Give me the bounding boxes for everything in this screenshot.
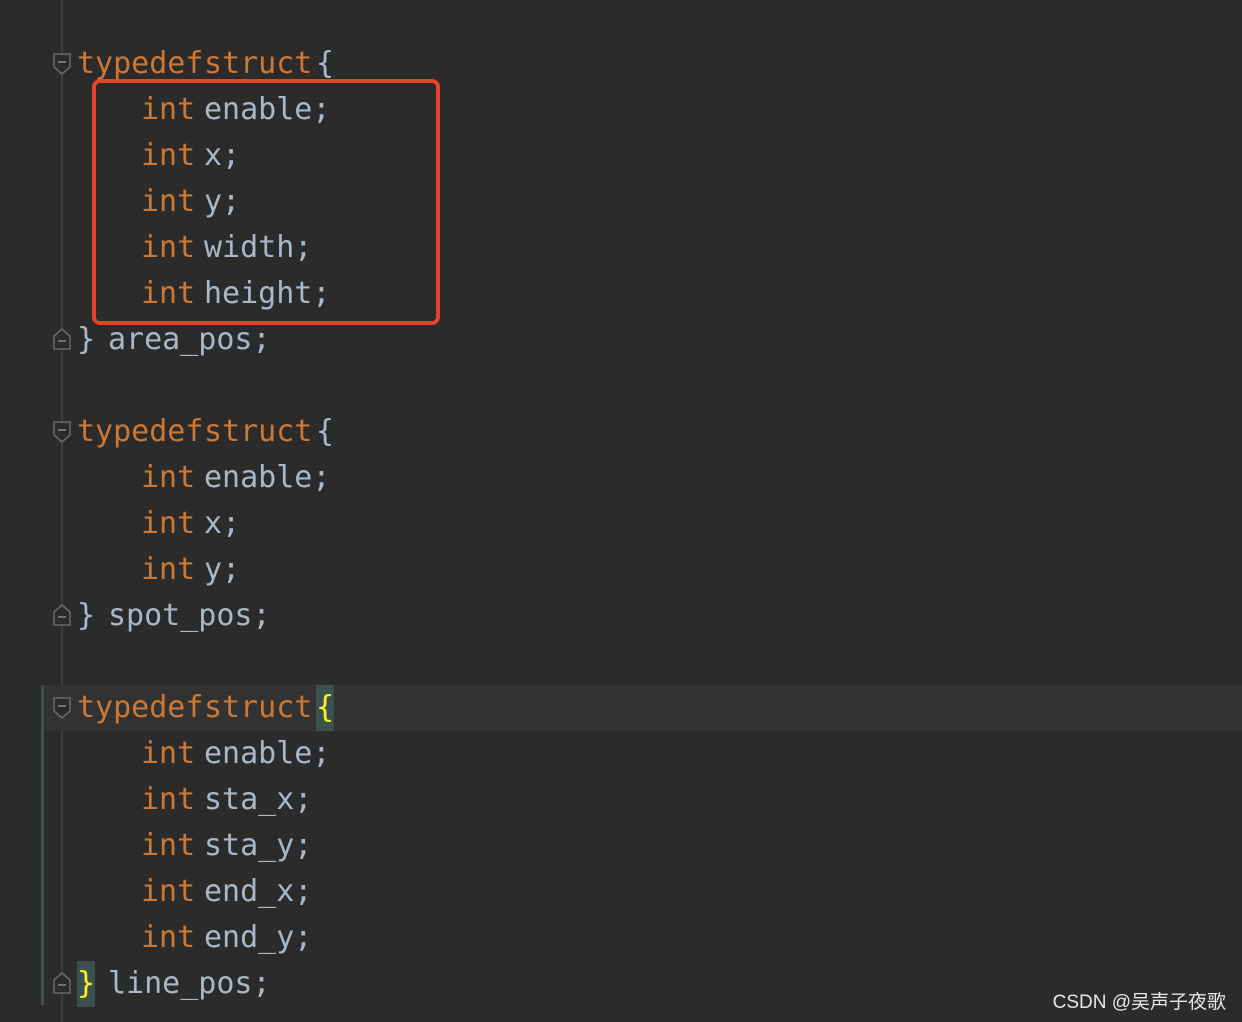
watermark: CSDN @吴声子夜歌 — [1052, 992, 1226, 1013]
struct-name: spot_pos; — [108, 598, 271, 633]
int-keyword: int — [141, 460, 196, 495]
typedef-keyword: typedef — [77, 414, 204, 449]
fold-collapse-icon[interactable] — [53, 421, 71, 443]
field-name: sta_x; — [204, 782, 313, 817]
code-line[interactable]: int enable; — [0, 87, 330, 133]
code-line[interactable]: int enable; — [0, 731, 330, 777]
open-brace: { — [316, 414, 335, 449]
field-name: x; — [204, 506, 241, 541]
code-line[interactable]: int sta_y; — [0, 823, 312, 869]
code-line[interactable]: int x; — [0, 501, 240, 547]
struct-keyword: struct — [204, 414, 313, 449]
field-name: end_y; — [204, 920, 313, 955]
struct-keyword: struct — [204, 690, 313, 725]
int-keyword: int — [141, 920, 196, 955]
open-brace-matched: { — [316, 685, 335, 731]
code-line[interactable]: int enable; — [0, 455, 330, 501]
struct-name: line_pos; — [108, 966, 271, 1001]
annotation-highlight-box — [92, 79, 440, 325]
code-line[interactable]: int end_x; — [0, 869, 312, 915]
code-line[interactable]: int height; — [0, 271, 330, 317]
code-editor[interactable]: typedef struct { int enable; int x; int … — [0, 0, 1242, 1022]
int-keyword: int — [141, 828, 196, 863]
close-brace-matched: } — [77, 961, 96, 1007]
fold-end-icon[interactable] — [53, 328, 71, 350]
field-name: sta_y; — [204, 828, 313, 863]
int-keyword: int — [141, 736, 196, 771]
close-brace: } — [77, 322, 96, 357]
fold-collapse-icon[interactable] — [53, 53, 71, 75]
int-keyword: int — [141, 506, 196, 541]
field-name: end_x; — [204, 874, 313, 909]
code-line[interactable]: int sta_x; — [0, 777, 312, 823]
close-brace: } — [77, 598, 96, 633]
fold-end-icon[interactable] — [53, 604, 71, 626]
int-keyword: int — [141, 552, 196, 587]
int-keyword: int — [141, 874, 196, 909]
field-name: y; — [204, 552, 241, 587]
fold-collapse-icon[interactable] — [53, 697, 71, 719]
fold-end-icon[interactable] — [53, 972, 71, 994]
code-line[interactable]: int width; — [0, 225, 312, 271]
field-name: enable; — [204, 736, 331, 771]
code-line[interactable]: int end_y; — [0, 915, 312, 961]
code-line[interactable]: int x; — [0, 133, 240, 179]
typedef-keyword: typedef — [77, 690, 204, 725]
code-line[interactable]: int y; — [0, 179, 240, 225]
code-line[interactable]: int y; — [0, 547, 240, 593]
int-keyword: int — [141, 782, 196, 817]
field-name: enable; — [204, 460, 331, 495]
